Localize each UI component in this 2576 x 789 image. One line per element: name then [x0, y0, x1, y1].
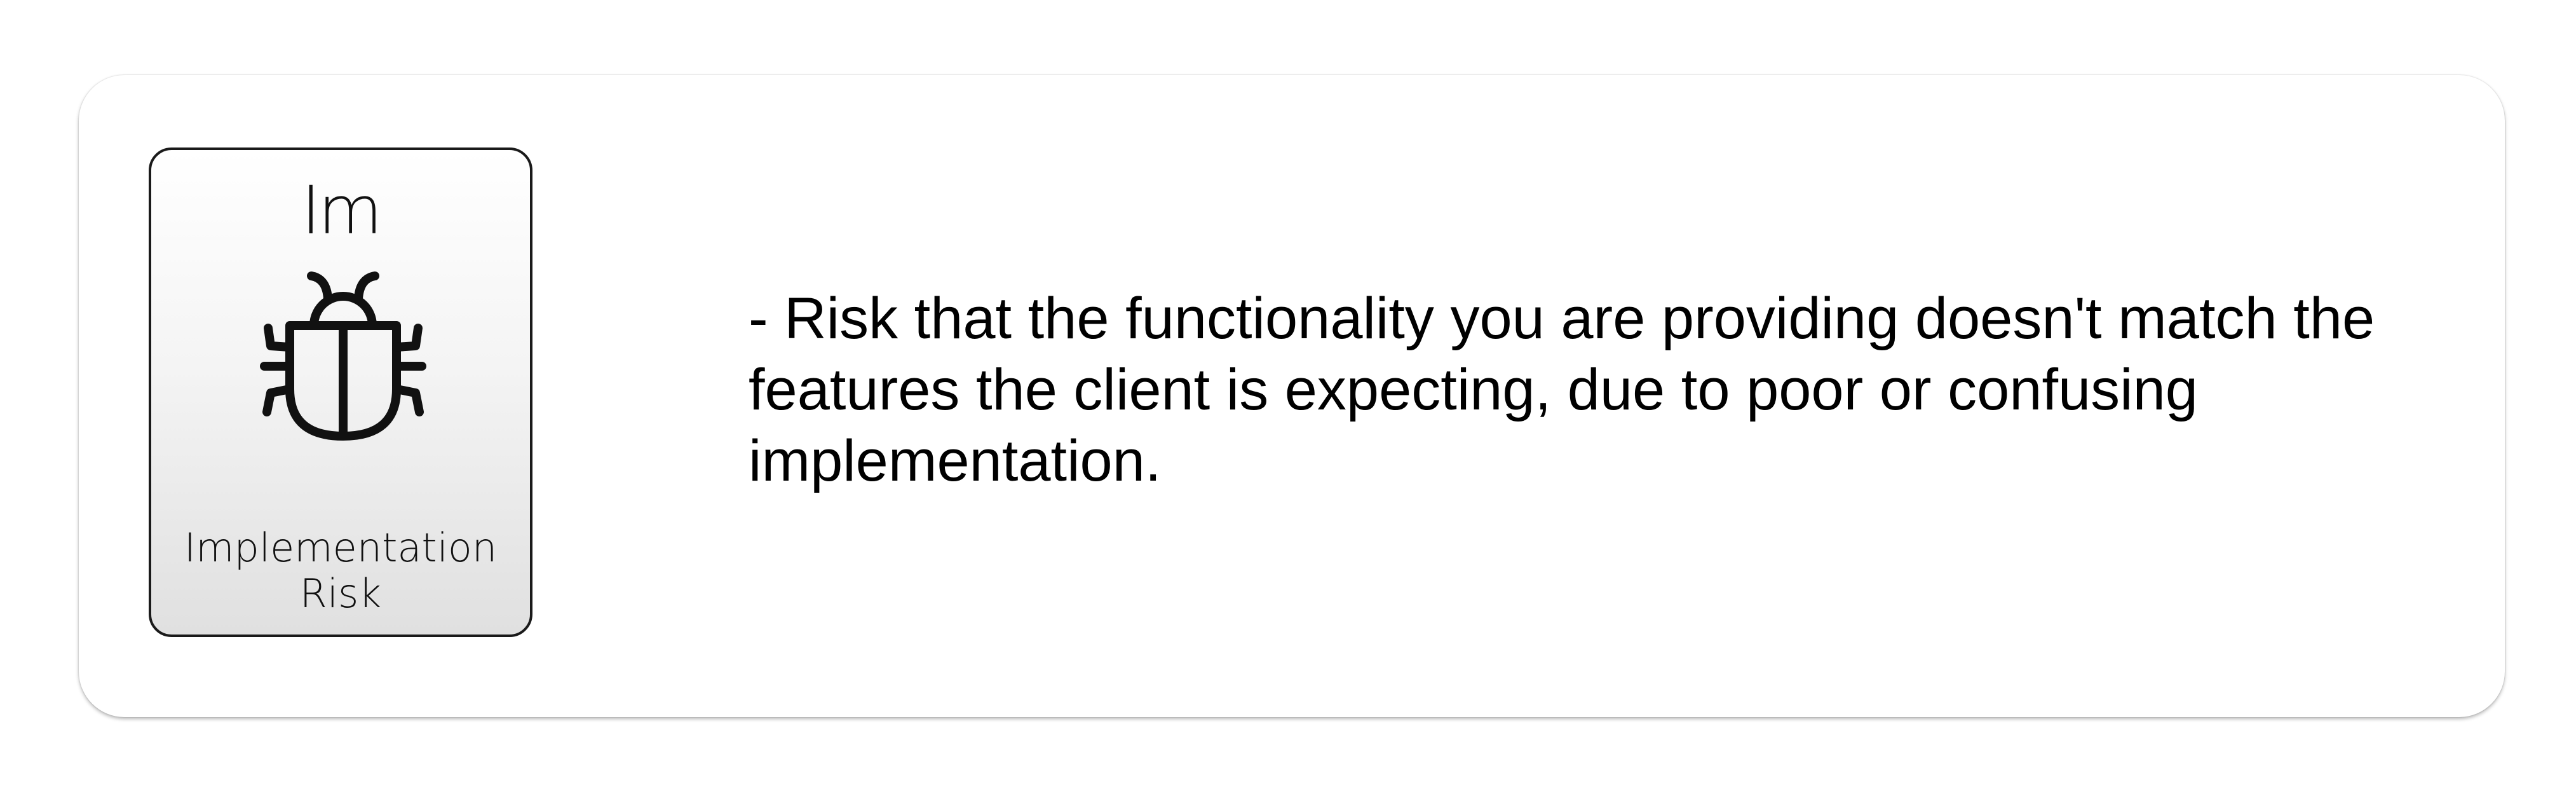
risk-description: - Risk that the functionality you are pr… — [749, 286, 2375, 493]
card-name-line-1: Implementation — [184, 525, 498, 571]
risk-panel: Im Implementation Risk - Risk that the f… — [79, 75, 2505, 717]
bug-icon — [260, 271, 426, 441]
risk-card: Im Implementation Risk — [149, 148, 532, 637]
card-name-line-2: Risk — [299, 570, 382, 617]
card-symbol: Im — [301, 172, 383, 249]
card-name: Implementation Risk — [151, 525, 530, 617]
